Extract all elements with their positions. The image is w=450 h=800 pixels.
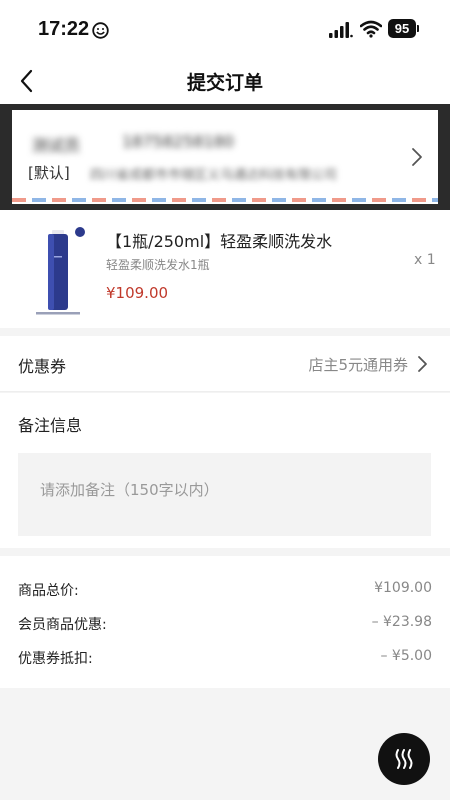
summary-label: 会员商品优惠: xyxy=(18,617,107,633)
remark-label: 备注信息 xyxy=(18,416,83,435)
product-price: ¥109.00 xyxy=(106,284,169,302)
summary-value: ¥109.00 xyxy=(374,580,432,596)
chevron-right-icon xyxy=(412,148,422,166)
coupon-value: 店主5元通用券 xyxy=(308,356,408,374)
recipient-phone: 18758258180 xyxy=(122,132,234,151)
summary-label: 优惠券抵扣: xyxy=(18,651,93,667)
status-time: 17:22 xyxy=(38,18,90,40)
product-spec: 轻盈柔顺洗发水1瓶 xyxy=(106,258,210,272)
nav-bar: 提交订单 xyxy=(0,58,450,104)
summary-row-member-discount: 会员商品优惠: – ¥23.98 xyxy=(0,614,450,638)
signal-icon xyxy=(329,22,353,38)
product-title: 【1瓶/250ml】轻盈柔顺洗发水 xyxy=(106,232,333,251)
summary-value: – ¥23.98 xyxy=(371,614,432,630)
airmail-stripe xyxy=(12,198,438,202)
heat-waves-icon xyxy=(395,749,413,769)
status-bar: 17:22 95 xyxy=(0,0,450,58)
back-icon[interactable] xyxy=(14,66,38,96)
smiley-icon xyxy=(92,22,109,39)
summary-label: 商品总价: xyxy=(18,583,79,599)
wifi-icon xyxy=(360,20,382,38)
product-image xyxy=(30,226,86,318)
summary-value: – ¥5.00 xyxy=(380,648,432,664)
summary-row-total: 商品总价: ¥109.00 xyxy=(0,580,450,604)
price-summary: 商品总价: ¥109.00 会员商品优惠: – ¥23.98 优惠券抵扣: – … xyxy=(0,556,450,688)
floating-action-button[interactable] xyxy=(378,733,430,785)
battery-cap xyxy=(417,25,419,32)
address-card[interactable]: 测试员 18758258180 [默认] 四川省成都市市辖区义乌通达科技有限公司 xyxy=(12,110,438,204)
page-title: 提交订单 xyxy=(186,72,263,94)
chevron-right-icon xyxy=(418,356,427,372)
coupon-label: 优惠券 xyxy=(18,357,67,376)
battery-icon: 95 xyxy=(388,19,416,38)
recipient-name: 测试员 xyxy=(32,136,81,155)
product-item[interactable]: 【1瓶/250ml】轻盈柔顺洗发水 轻盈柔顺洗发水1瓶 x 1 ¥109.00 xyxy=(0,210,450,328)
product-quantity: x 1 xyxy=(414,252,436,268)
remark-input[interactable] xyxy=(18,453,431,536)
address-detail: 四川省成都市市辖区义乌通达科技有限公司 xyxy=(90,168,338,183)
remark-section: 备注信息 xyxy=(0,393,450,548)
default-address-tag: [默认] xyxy=(28,164,70,182)
summary-row-coupon-deduction: 优惠券抵扣: – ¥5.00 xyxy=(0,648,450,672)
coupon-row[interactable]: 优惠券 店主5元通用券 xyxy=(0,336,450,392)
